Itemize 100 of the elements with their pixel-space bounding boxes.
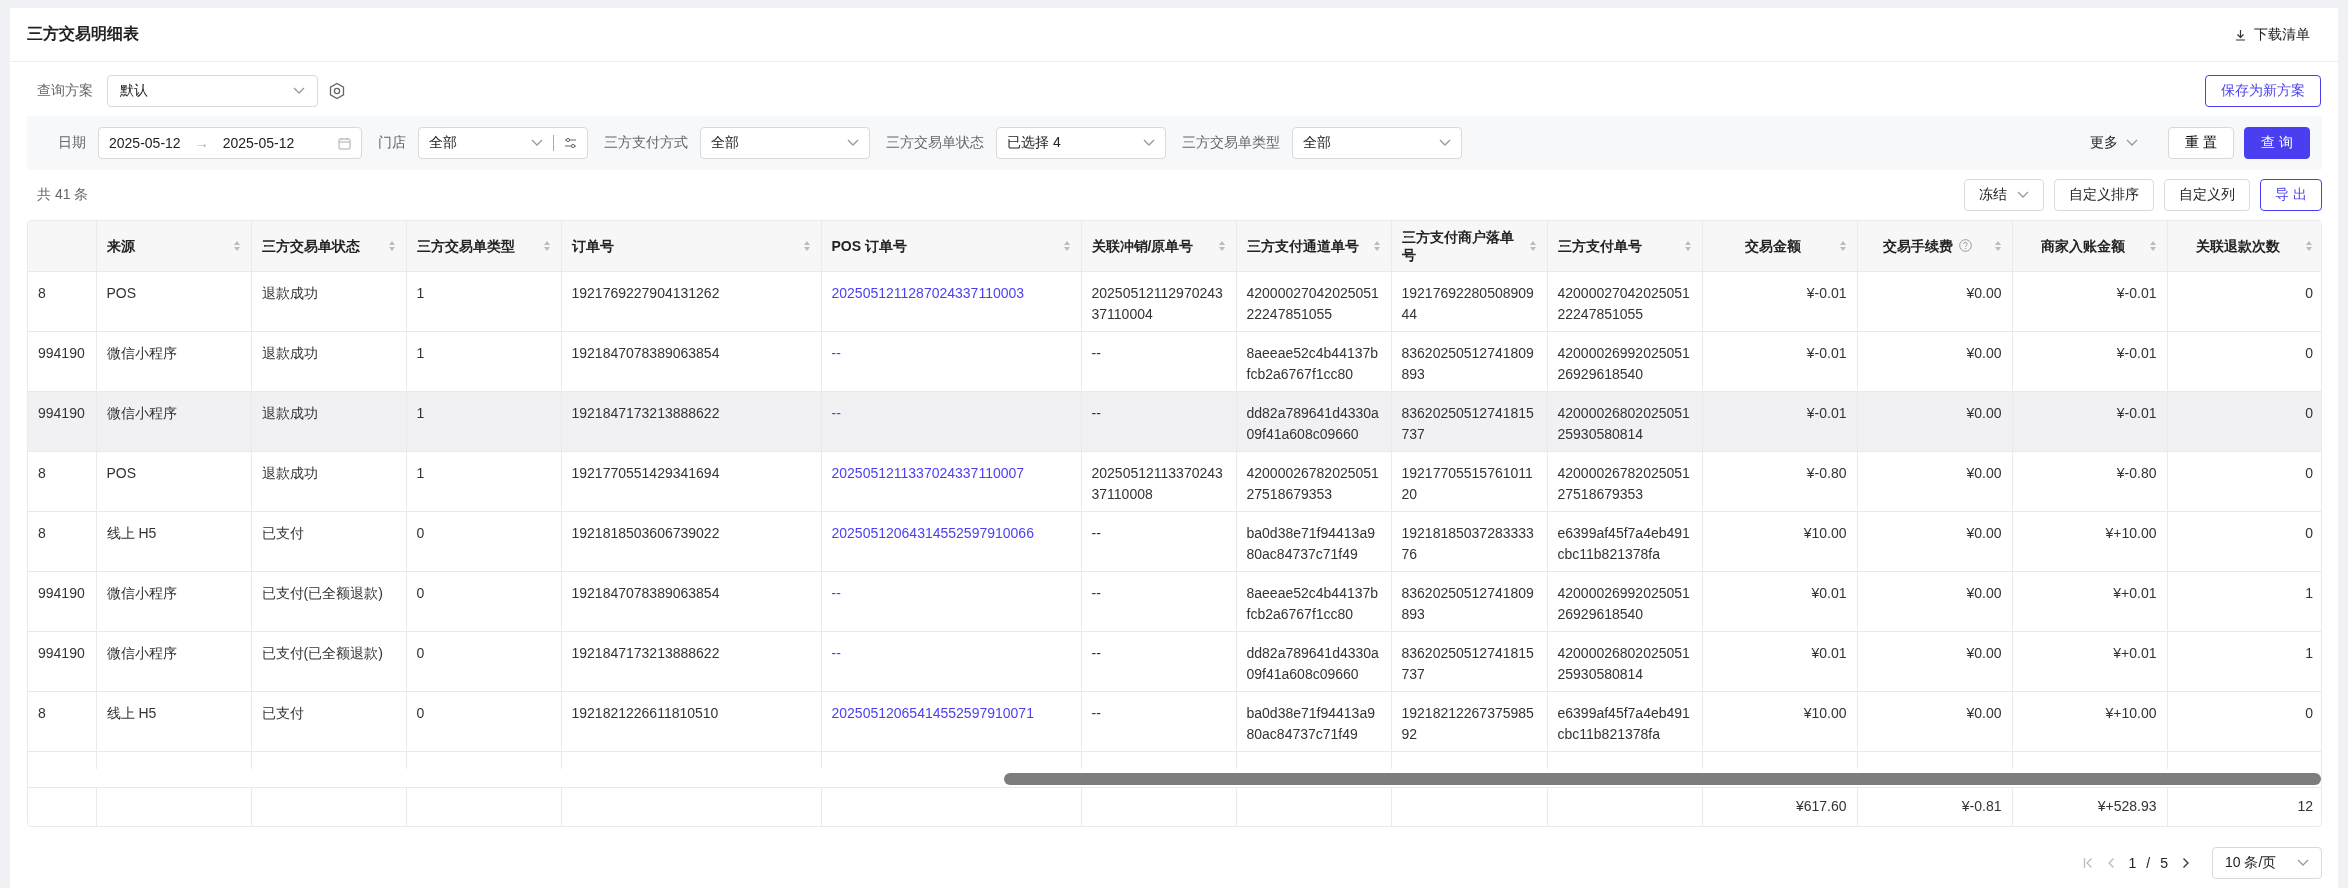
- table-row[interactable]: 994190 微信小程序 退款成功 1 1921847173213888622 -- -- dd82a789641d4330a09f41a608c09660 83620250512741815737 4200002680202505125930580814 ¥-0.01 ¥0.00 ¥-0.01 0: [28, 391, 2321, 451]
- column-header: 关联退款次数: [2196, 236, 2281, 255]
- sort-icon[interactable]: [802, 239, 811, 252]
- page-size-select[interactable]: 10 条/页: [2212, 846, 2322, 879]
- sort-icon[interactable]: [2305, 239, 2313, 252]
- order-link[interactable]: --: [831, 404, 841, 421]
- sort-icon[interactable]: [1683, 239, 1692, 252]
- table-cell: 8: [38, 464, 46, 481]
- table-cell: ¥-0.01: [1806, 404, 1847, 421]
- table-row[interactable]: 994190 微信小程序 已支付(已全额退款) 0 1921847078389063854 -- -- 8aeeae52c4b44137bfcb2a6767f1cc80 83620250512741809893 4200002699202505126929618540 ¥0.01 ¥0.00 ¥+0.01 1: [28, 571, 2321, 631]
- table-cell: ¥0.00: [1966, 644, 2002, 661]
- freeze-columns-button[interactable]: 冻结: [1964, 179, 2045, 211]
- table-cell: 1921847173213888622: [571, 404, 720, 421]
- store-select[interactable]: 全部: [418, 127, 588, 159]
- settings-icon[interactable]: [328, 82, 346, 100]
- table-row[interactable]: 994190 微信小程序 退款成功 1 1921847078389063854 -- -- 8aeeae52c4b44137bfcb2a6767f1cc80 83620250512741809893 4200002699202505126929618540 ¥-0.01 ¥0.00 ¥-0.01 0: [28, 331, 2321, 391]
- sort-icon[interactable]: [2148, 239, 2157, 252]
- sort-icon[interactable]: [1528, 239, 1537, 252]
- download-list-button[interactable]: 下载清单: [2223, 21, 2322, 48]
- table-cell: 1921847173213888622: [571, 644, 720, 661]
- order-link[interactable]: 2025051211287024337110003: [831, 284, 1025, 301]
- sort-icon[interactable]: [1838, 239, 1847, 252]
- order-link[interactable]: 20250512065414552597910071: [831, 704, 1034, 721]
- table-cell: 微信小程序: [106, 404, 177, 421]
- column-header: 订单号: [571, 236, 614, 255]
- toolbar-button[interactable]: 自定义排序: [2054, 179, 2155, 211]
- table-cell: 1: [416, 284, 425, 301]
- table-cell: ¥-0.01: [2116, 284, 2157, 301]
- more-filters-button[interactable]: 更多: [2084, 133, 2145, 153]
- table-row[interactable]: 8 线上 H5 已支付 0 1921818503606739022 20250512064314552597910066 -- ba0d38e71f94413a980ac84737c71f49 1921818503728333376 e6399af45f7a4eb491cbc11b821378fa ¥10.00 ¥0.00 ¥+10.00 0: [28, 511, 2321, 571]
- table-cell: dd82a789641d4330a09f41a608c09660: [1246, 404, 1379, 442]
- table-cell: 退款成功: [261, 464, 318, 481]
- table-cell: ¥10.00: [1803, 704, 1847, 721]
- previous-page-icon[interactable]: [2106, 856, 2115, 869]
- table-cell: ¥0.00: [1966, 344, 2002, 361]
- first-page-icon[interactable]: [2082, 856, 2093, 869]
- column-header: 三方交易单类型: [416, 236, 515, 255]
- table-row[interactable]: 8 POS 退款成功 1 1921769227904131262 2025051211287024337110003 2025051211297024337110004 4200002704202505122247851055 1921769228050890944 4200002704202505122247851055 ¥-0.01 ¥0.00 ¥-0.01 0: [28, 271, 2321, 331]
- sort-icon[interactable]: [542, 239, 551, 252]
- toolbar-button[interactable]: 自定义列: [2164, 179, 2251, 211]
- table-cell: 0: [416, 584, 425, 601]
- order-link[interactable]: 2025051211337024337110007: [831, 464, 1025, 481]
- sort-icon[interactable]: [1062, 239, 1071, 252]
- filter-label: 三方交易单状态: [886, 134, 984, 152]
- table-row[interactable]: 8 线上 H5 已支付 0 1921821226611810510 20250512065414552597910071 -- ba0d38e71f94413a980ac84737c71f49 1921821226737598592 e6399af45f7a4eb491cbc11b821378fa ¥10.00 ¥0.00 ¥+10.00 0: [28, 691, 2321, 751]
- table-cell: ¥0.01: [1811, 644, 1847, 661]
- column-header: 商家入账金额: [2040, 236, 2125, 255]
- filter-label: 门店: [378, 134, 406, 152]
- sort-icon[interactable]: [1372, 239, 1381, 252]
- table-cell: 线上 H5: [106, 704, 157, 721]
- table-cell: POS: [106, 464, 137, 481]
- table-cell: 2025051211297024337110004: [1091, 284, 1223, 322]
- horizontal-scrollbar[interactable]: [1004, 773, 2321, 785]
- scheme-select[interactable]: 默认: [107, 75, 318, 107]
- column-header: 关联冲销/原单号: [1091, 236, 1194, 255]
- order-link[interactable]: --: [831, 344, 841, 361]
- order-link[interactable]: --: [831, 644, 841, 661]
- table-cell: 1921770551429341694: [571, 464, 720, 481]
- chevron-down-icon: [293, 87, 305, 95]
- table-cell: 83620250512741809893: [1401, 584, 1534, 622]
- table-cell: e6399af45f7a4eb491cbc11b821378fa: [1557, 704, 1690, 742]
- table-cell: 1: [416, 404, 425, 421]
- table-row[interactable]: 994190 微信小程序 已支付(已全额退款) 0 1921847173213888622 -- -- dd82a789641d4330a09f41a608c09660 83620250512741815737 4200002680202505125930580814 ¥0.01 ¥0.00 ¥+0.01 1: [28, 631, 2321, 691]
- next-page-icon[interactable]: [2182, 856, 2190, 869]
- filter-select[interactable]: 全部: [1292, 127, 1462, 159]
- table-cell: 1921821226611810510: [571, 704, 719, 721]
- table-cell: 1921821226737598592: [1401, 704, 1534, 742]
- table-cell: ¥-0.01: [1806, 284, 1847, 301]
- table-cell: ¥0.00: [1966, 404, 2002, 421]
- table-cell: 0: [2305, 704, 2313, 721]
- reset-button[interactable]: 重 置: [2168, 127, 2235, 159]
- search-button[interactable]: 查 询: [2244, 127, 2310, 159]
- table-cell: ¥0.00: [1966, 704, 2002, 721]
- order-link[interactable]: --: [831, 584, 841, 601]
- filter-select[interactable]: 全部: [700, 127, 870, 159]
- total-count: 共 41 条: [37, 186, 89, 204]
- sort-icon[interactable]: [1217, 239, 1226, 252]
- table-cell: ba0d38e71f94413a980ac84737c71f49: [1246, 524, 1375, 562]
- table-cell: 1: [2305, 584, 2313, 601]
- sort-icon[interactable]: [1993, 239, 2002, 252]
- current-page: 1: [2128, 854, 2137, 871]
- table-cell: ¥0.00: [1966, 524, 2002, 541]
- order-link[interactable]: 20250512064314552597910066: [831, 524, 1034, 541]
- table-cell: ¥0.00: [1966, 584, 2002, 601]
- sliders-icon: [564, 137, 577, 149]
- column-header: 交易金额: [1744, 236, 1801, 255]
- filter-select[interactable]: 已选择 4: [996, 127, 1166, 159]
- sort-icon[interactable]: [232, 239, 241, 252]
- column-header: POS 订单号: [831, 236, 907, 255]
- table-cell: ba0d38e71f94413a980ac84737c71f49: [1246, 704, 1375, 742]
- table-row[interactable]: 8 POS 退款成功 1 1921770551429341694 2025051211337024337110007 2025051211337024337110008 4200002678202505127518679353 1921770551576101120 4200002678202505127518679353 ¥-0.80 ¥0.00 ¥-0.80 0: [28, 451, 2321, 511]
- date-range-field[interactable]: 2025-05-12 → 2025-05-12: [98, 127, 362, 159]
- save-scheme-button[interactable]: 保存为新方案: [2205, 75, 2321, 107]
- export-button[interactable]: 导 出: [2260, 179, 2322, 211]
- chevron-down-icon: [531, 139, 543, 147]
- help-icon[interactable]: [1959, 239, 1972, 253]
- filter-label: 三方交易单类型: [1182, 134, 1280, 152]
- table-cell: 1921847078389063854: [571, 584, 720, 601]
- sort-icon[interactable]: [387, 239, 396, 252]
- table-cell: ¥+10.00: [2105, 704, 2157, 721]
